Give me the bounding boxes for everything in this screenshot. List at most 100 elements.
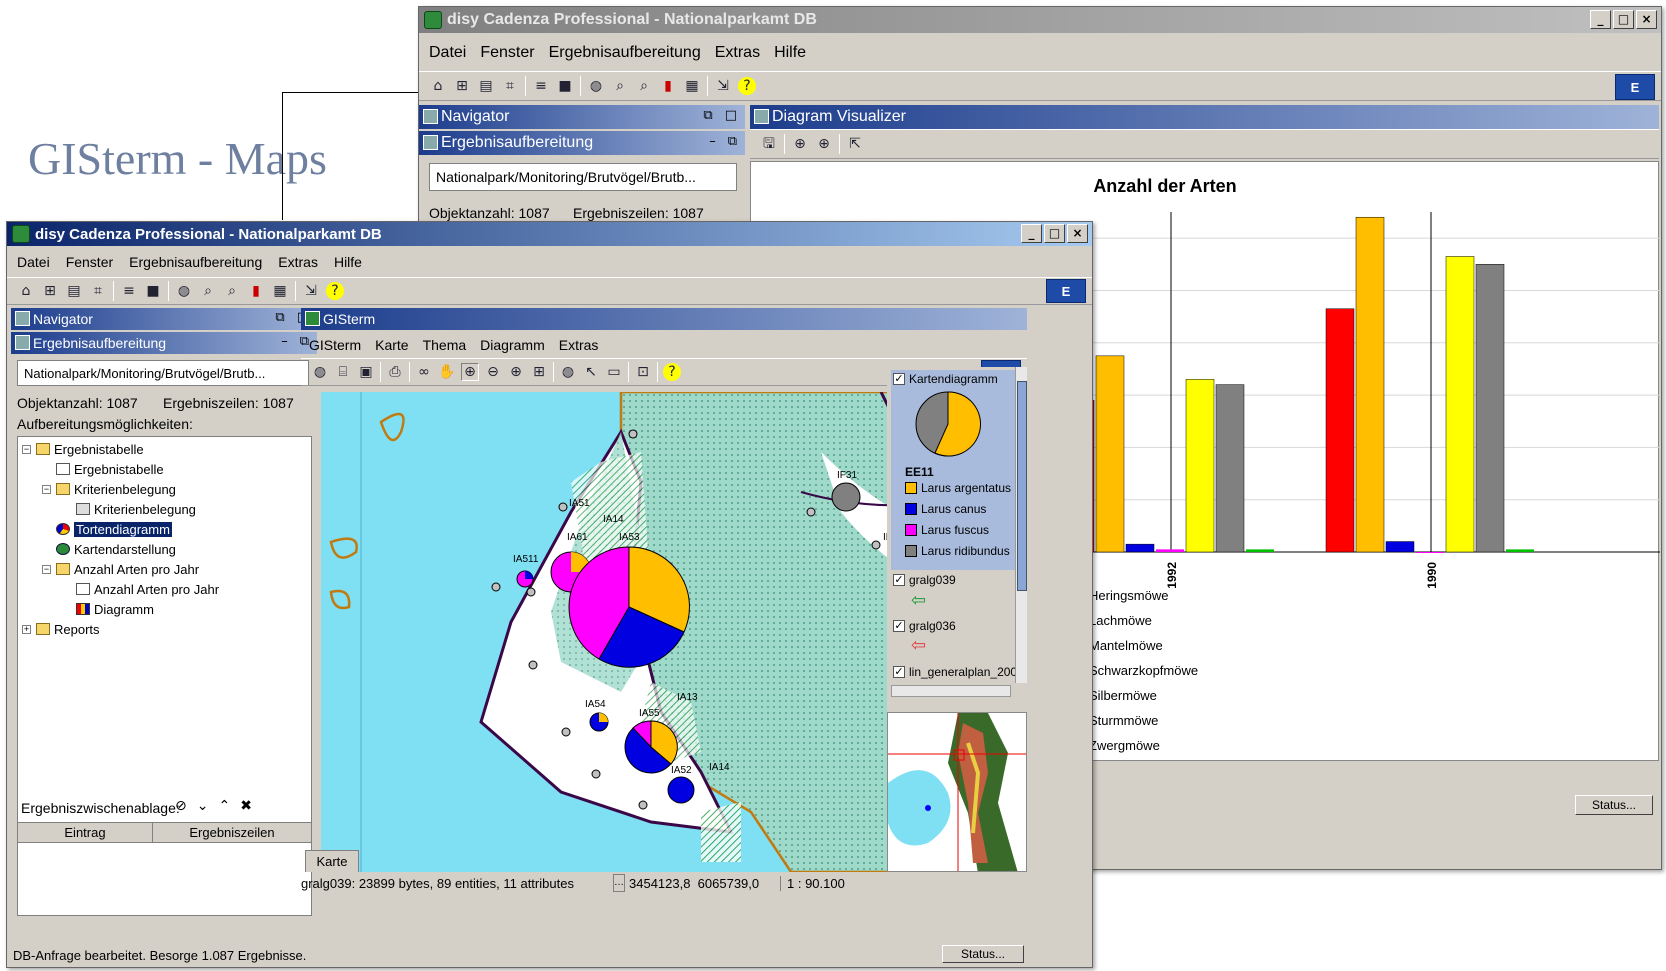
zoom-in-icon[interactable]: ⊕	[507, 363, 525, 381]
tree-item[interactable]: Diagramm	[76, 600, 154, 618]
tree-icon[interactable]: ⊞	[453, 77, 471, 95]
collapse-toggle[interactable]: −	[42, 565, 51, 574]
layer-info-button[interactable]: …	[613, 874, 625, 892]
menu-gisterm[interactable]: GISterm	[309, 337, 361, 353]
pie-ia55[interactable]	[624, 720, 678, 774]
tree-item[interactable]: Reports	[36, 620, 100, 638]
query-icon[interactable]: ▤	[65, 282, 83, 300]
home-icon[interactable]: ⌂	[429, 77, 447, 95]
save-icon[interactable]: 🖫	[760, 135, 778, 153]
help-icon[interactable]: ?	[326, 282, 344, 300]
tree-item[interactable]: Anzahl Arten pro Jahr	[56, 560, 199, 578]
zoom-in-icon[interactable]: ⊕	[791, 135, 809, 153]
collapse-toggle[interactable]: −	[42, 485, 51, 494]
open-folder-icon[interactable]: ⌸	[334, 363, 352, 381]
legend-layer-gralg036[interactable]: ✓ gralg036	[893, 619, 956, 633]
menu-hilfe[interactable]: Hilfe	[774, 44, 806, 62]
tree-item[interactable]: Kriterienbelegung	[56, 480, 176, 498]
overview-map[interactable]	[887, 712, 1027, 872]
search-icon[interactable]: ⌕	[635, 77, 653, 95]
bar-chart-icon[interactable]: ▮	[247, 282, 265, 300]
menu-datei[interactable]: Datei	[429, 44, 466, 62]
front-ergebnis-header[interactable]: Ergebnisaufbereitung – ⧉	[11, 332, 317, 354]
export-icon[interactable]: ⇲	[714, 77, 732, 95]
maximize-button[interactable]: □	[1044, 224, 1065, 243]
close-button[interactable]: ×	[1636, 10, 1657, 29]
front-navigator-header[interactable]: Navigator ⧉□	[11, 308, 317, 330]
expand-toggle[interactable]: +	[22, 625, 31, 634]
minimize-icon[interactable]: –	[281, 334, 288, 349]
fit-icon[interactable]: ⌗	[89, 282, 107, 300]
collapse-toggle[interactable]: −	[22, 445, 31, 454]
fit-icon[interactable]: ⌗	[501, 77, 519, 95]
zoom-in-icon[interactable]: ⊕	[815, 135, 833, 153]
gisterm-header[interactable]: GISterm	[301, 308, 1027, 330]
export-icon[interactable]: ⇱	[846, 135, 864, 153]
front-status-button[interactable]: Status...	[942, 945, 1024, 963]
back-window-titlebar[interactable]: disy Cadenza Professional - Nationalpark…	[419, 7, 1661, 33]
menu-datei[interactable]: Datei	[17, 254, 50, 270]
home-icon[interactable]: ⌂	[17, 282, 35, 300]
globe-icon[interactable]: ◍	[311, 363, 329, 381]
search-icon[interactable]: ⌕	[223, 282, 241, 300]
menu-extras[interactable]: Extras	[715, 44, 760, 62]
legend-hscrollbar[interactable]	[891, 685, 1011, 697]
menu-fenster[interactable]: Fenster	[66, 254, 113, 270]
pointer-icon[interactable]: ↖	[582, 363, 600, 381]
legend-layer-gralg039[interactable]: ✓ gralg039	[893, 573, 956, 587]
table-icon[interactable]: ▦	[271, 282, 289, 300]
overview-icon[interactable]: ⊡	[634, 363, 652, 381]
chevron-down-icon[interactable]: ⌄	[197, 798, 209, 814]
front-path-field[interactable]: Nationalpark/Monitoring/Brutvögel/Brutb.…	[17, 360, 309, 386]
diagram-visualizer-header[interactable]: Diagram Visualizer	[750, 105, 1659, 129]
checkbox[interactable]: ✓	[893, 666, 905, 678]
export-icon[interactable]: ⇲	[302, 282, 320, 300]
globe-icon[interactable]: ◍	[175, 282, 193, 300]
menu-karte[interactable]: Karte	[375, 337, 408, 353]
structure-icon[interactable]: ≡	[532, 77, 550, 95]
minimize-icon[interactable]: –	[709, 134, 716, 149]
stop-icon[interactable]: ■	[144, 282, 162, 300]
query-icon[interactable]: ▤	[477, 77, 495, 95]
maximize-icon[interactable]: □	[725, 108, 737, 123]
pan-hand-icon[interactable]: ✋	[438, 363, 456, 381]
legend-layer-lin-generalplan[interactable]: ✓ lin_generalplan_200	[893, 665, 1017, 679]
stop-icon[interactable]: ■	[556, 77, 574, 95]
tab-karte[interactable]: Karte	[305, 850, 359, 872]
front-window-titlebar[interactable]: disy Cadenza Professional - Nationalpark…	[7, 222, 1092, 246]
zoom-out-icon[interactable]: ⊖	[484, 363, 502, 381]
checkbox[interactable]: ✓	[893, 574, 905, 586]
checkbox[interactable]: ✓	[893, 620, 905, 632]
menu-extras[interactable]: Extras	[559, 337, 599, 353]
maximize-button[interactable]: □	[1613, 10, 1634, 29]
legend-layer-kartendiagramm[interactable]: ✓ Kartendiagramm	[893, 372, 998, 386]
binoculars-icon[interactable]: ∞	[415, 363, 433, 381]
menu-fenster[interactable]: Fenster	[480, 44, 534, 62]
search-icon[interactable]: ⌕	[611, 77, 629, 95]
column-header-ergebniszeilen[interactable]: Ergebniszeilen	[153, 823, 311, 842]
menu-thema[interactable]: Thema	[423, 337, 467, 353]
table-icon[interactable]: ▦	[683, 77, 701, 95]
structure-icon[interactable]: ≡	[120, 282, 138, 300]
pie-ia53[interactable]	[568, 546, 690, 668]
search-icon[interactable]: ⌕	[199, 282, 217, 300]
delete-icon[interactable]: ✖	[240, 798, 252, 814]
tree-item[interactable]: Ergebnistabelle	[36, 440, 144, 458]
save-icon[interactable]: ▣	[357, 363, 375, 381]
zoom-extent-icon[interactable]: ⊞	[530, 363, 548, 381]
tree-item-selected[interactable]: Tortendiagramm	[56, 520, 172, 538]
help-icon[interactable]: ?	[738, 77, 756, 95]
back-navigator-header[interactable]: Navigator ⧉ □	[419, 105, 745, 129]
minimize-button[interactable]: _	[1021, 224, 1042, 243]
minimize-button[interactable]: _	[1590, 10, 1611, 29]
menu-ergebnisaufbereitung[interactable]: Ergebnisaufbereitung	[129, 254, 262, 270]
tree-item[interactable]: Ergebnistabelle	[56, 460, 164, 478]
globe-icon[interactable]: ◍	[587, 77, 605, 95]
back-path-field[interactable]: Nationalpark/Monitoring/Brutvögel/Brutb.…	[429, 163, 737, 191]
menu-diagramm[interactable]: Diagramm	[480, 337, 545, 353]
tree-item[interactable]: Kartendarstellung	[56, 540, 176, 558]
zoom-in-icon[interactable]: ⊕	[461, 363, 479, 381]
print-icon[interactable]: ⎙	[386, 363, 404, 381]
menu-extras[interactable]: Extras	[278, 254, 318, 270]
close-button[interactable]: ×	[1067, 224, 1088, 243]
